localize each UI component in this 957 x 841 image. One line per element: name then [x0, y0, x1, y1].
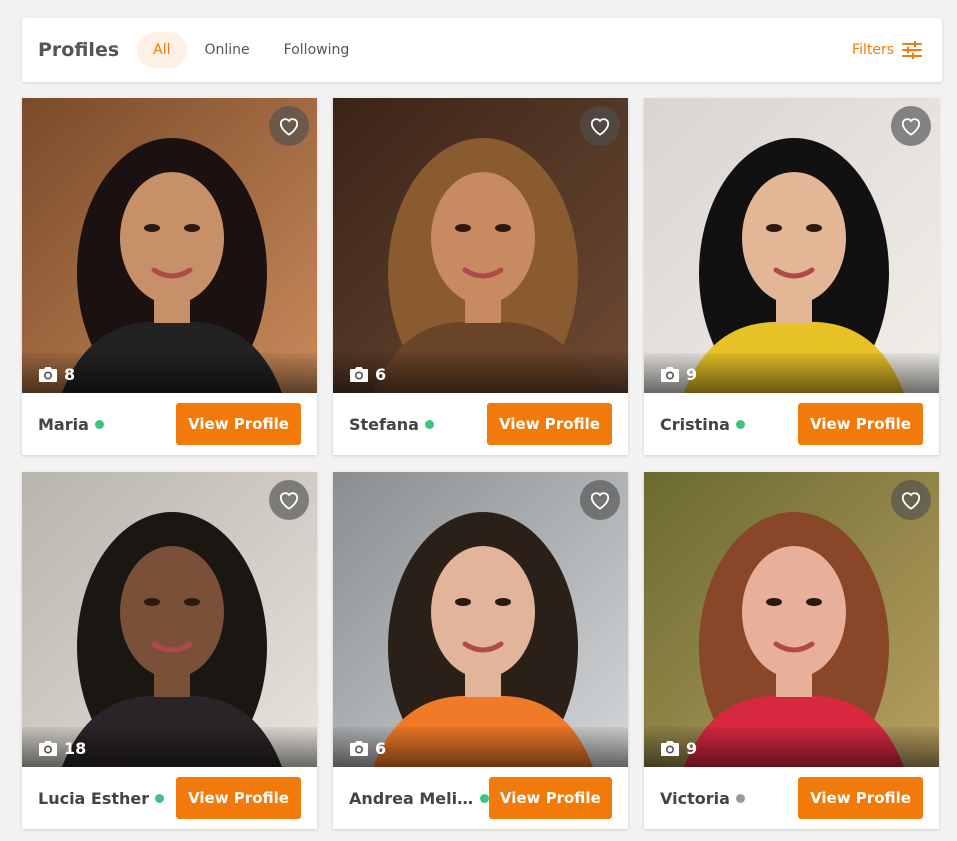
profile-photo[interactable]: 6: [333, 472, 628, 767]
favorite-button[interactable]: [891, 480, 931, 520]
favorite-button[interactable]: [891, 106, 931, 146]
profile-photo[interactable]: 9: [644, 472, 939, 767]
profile-photo[interactable]: 18: [22, 472, 317, 767]
profile-card: 6 Stefana View Profile: [333, 98, 628, 455]
heart-icon: [901, 118, 921, 136]
card-footer: Maria View Profile: [22, 393, 317, 455]
photo-count-value: 9: [686, 365, 698, 384]
card-footer: Victoria View Profile: [644, 767, 939, 829]
view-profile-button[interactable]: View Profile: [176, 777, 301, 819]
tab-following[interactable]: Following: [268, 32, 366, 68]
photo-count: 6: [349, 365, 386, 384]
view-profile-button[interactable]: View Profile: [798, 777, 923, 819]
status-dot: [735, 419, 745, 429]
view-profile-button[interactable]: View Profile: [798, 403, 923, 445]
profile-photo[interactable]: 8: [22, 98, 317, 393]
sliders-icon: [902, 41, 922, 59]
photo-count: 9: [660, 365, 697, 384]
camera-icon: [39, 367, 57, 382]
card-footer: Stefana View Profile: [333, 393, 628, 455]
favorite-button[interactable]: [269, 480, 309, 520]
filters-button[interactable]: Filters: [852, 41, 922, 59]
profile-card: 6 Andrea Meli... View Profile: [333, 472, 628, 829]
view-profile-button[interactable]: View Profile: [488, 777, 612, 819]
camera-icon: [39, 741, 57, 756]
status-dot: [424, 419, 434, 429]
status-dot: [735, 793, 745, 803]
photo-count-value: 6: [375, 365, 387, 384]
heart-icon: [901, 492, 921, 510]
portrait-image: [22, 98, 317, 393]
view-profile-button[interactable]: View Profile: [487, 403, 612, 445]
profile-name[interactable]: Victoria: [660, 789, 730, 808]
profile-card: 8 Maria View Profile: [22, 98, 317, 455]
heart-icon: [590, 492, 610, 510]
status-dot: [155, 793, 165, 803]
view-profile-button[interactable]: View Profile: [176, 403, 301, 445]
profile-name[interactable]: Andrea Meli...: [349, 789, 474, 808]
portrait-image: [333, 472, 628, 767]
favorite-button[interactable]: [580, 480, 620, 520]
photo-count: 18: [38, 739, 86, 758]
page-title: Profiles: [38, 39, 120, 61]
profile-name[interactable]: Maria: [38, 415, 89, 434]
photo-count: 6: [349, 739, 386, 758]
status-dot: [94, 419, 104, 429]
portrait-image: [644, 98, 939, 393]
photo-count-value: 9: [686, 739, 698, 758]
photo-count: 9: [660, 739, 697, 758]
card-footer: Andrea Meli... View Profile: [333, 767, 628, 829]
profile-card: 18 Lucia Esther View Profile: [22, 472, 317, 829]
portrait-image: [22, 472, 317, 767]
status-dot: [479, 793, 489, 803]
camera-icon: [661, 367, 679, 382]
photo-count-value: 6: [375, 739, 387, 758]
portrait-image: [644, 472, 939, 767]
profile-card: 9 Cristina View Profile: [644, 98, 939, 455]
portrait-image: [333, 98, 628, 393]
heart-icon: [590, 118, 610, 136]
camera-icon: [350, 741, 368, 756]
profile-name[interactable]: Stefana: [349, 415, 419, 434]
favorite-button[interactable]: [269, 106, 309, 146]
camera-icon: [350, 367, 368, 382]
heart-icon: [279, 118, 299, 136]
photo-count-value: 8: [64, 365, 76, 384]
heart-icon: [279, 492, 299, 510]
profile-name[interactable]: Cristina: [660, 415, 730, 434]
profile-name[interactable]: Lucia Esther: [38, 789, 149, 808]
profile-photo[interactable]: 6: [333, 98, 628, 393]
favorite-button[interactable]: [580, 106, 620, 146]
filters-label: Filters: [852, 42, 894, 58]
card-footer: Lucia Esther View Profile: [22, 767, 317, 829]
card-footer: Cristina View Profile: [644, 393, 939, 455]
profile-card: 9 Victoria View Profile: [644, 472, 939, 829]
tab-all[interactable]: All: [137, 32, 187, 68]
photo-count: 8: [38, 365, 75, 384]
profiles-header: Profiles All Online Following Filters: [22, 18, 942, 82]
tab-online[interactable]: Online: [189, 32, 266, 68]
photo-count-value: 18: [64, 739, 87, 758]
camera-icon: [661, 741, 679, 756]
profile-photo[interactable]: 9: [644, 98, 939, 393]
